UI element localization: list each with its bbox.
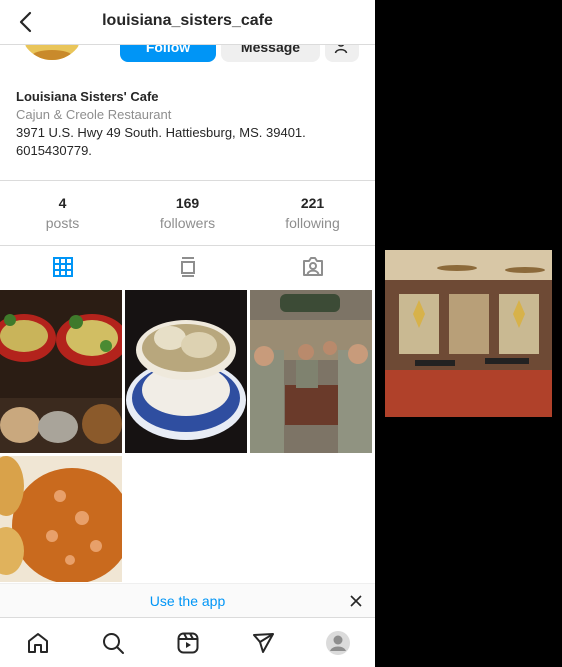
profile-category: Cajun & Creole Restaurant (16, 107, 172, 122)
profile-tabs (0, 245, 375, 289)
stat-label: following (285, 215, 340, 231)
post-thumbnail[interactable] (125, 290, 247, 453)
profile-phone: 6015430779. (16, 143, 92, 158)
use-app-link[interactable]: Use the app (0, 593, 375, 609)
stat-count: 4 (58, 195, 67, 211)
grid-icon (52, 257, 73, 277)
profile-bio: Louisiana Sisters' Cafe Cajun & Creole R… (16, 88, 359, 160)
restaurant-photo (385, 250, 552, 417)
direct-icon (252, 633, 274, 653)
bottom-navigation (0, 617, 375, 667)
search-icon (102, 633, 124, 654)
profile-full-name: Louisiana Sisters' Cafe (16, 89, 159, 104)
post-thumbnail[interactable] (250, 290, 372, 453)
nav-home[interactable] (0, 618, 75, 667)
reels-icon (177, 632, 198, 654)
profile-stats: 4 posts 169 followers 221 following (0, 180, 375, 246)
nav-reels[interactable] (150, 618, 225, 667)
tagged-icon (302, 257, 323, 276)
profile-username-title: louisiana_sisters_cafe (102, 12, 273, 29)
profile-avatar-icon (325, 631, 350, 655)
use-app-banner: Use the app (0, 583, 375, 618)
stat-count: 169 (175, 195, 200, 211)
post-thumbnail[interactable] (0, 290, 122, 453)
nav-profile[interactable] (300, 618, 375, 667)
tab-posts-grid[interactable] (0, 245, 125, 289)
top-navigation-bar: louisiana_sisters_cafe (0, 0, 375, 45)
tab-tagged[interactable] (250, 245, 375, 289)
reels-feed-icon (180, 257, 195, 277)
home-icon (27, 633, 48, 653)
post-thumbnail[interactable] (0, 456, 122, 582)
stat-followers[interactable]: 169 followers (125, 181, 250, 245)
nav-search[interactable] (75, 618, 150, 667)
nav-direct[interactable] (225, 618, 300, 667)
close-icon[interactable] (349, 594, 363, 608)
stat-label: posts (45, 215, 80, 231)
stat-posts[interactable]: 4 posts (0, 181, 125, 245)
stat-count: 221 (300, 195, 325, 211)
profile-address: 3971 U.S. Hwy 49 South. Hattiesburg, MS.… (16, 125, 306, 140)
stat-following[interactable]: 221 following (250, 181, 375, 245)
tab-feed[interactable] (125, 245, 250, 289)
stat-label: followers (159, 215, 216, 231)
instagram-profile-screen: Follow Message louisiana_sisters_cafe Lo… (0, 0, 375, 667)
